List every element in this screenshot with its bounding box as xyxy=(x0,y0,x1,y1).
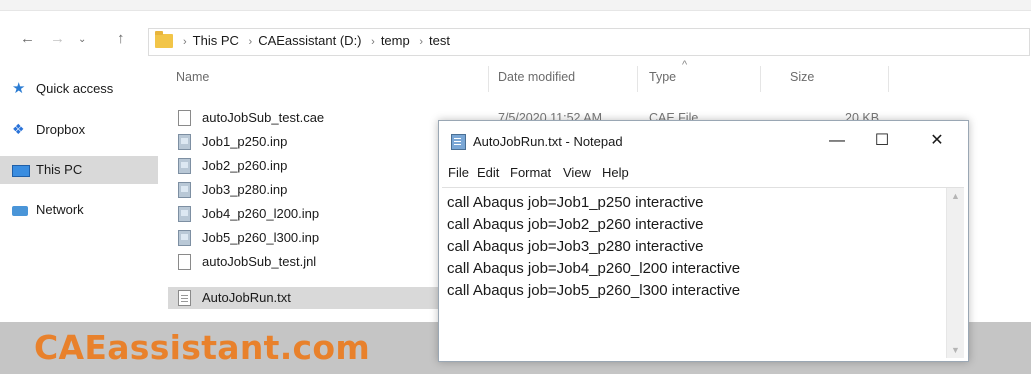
sidebar-item-label: Quick access xyxy=(36,81,114,96)
notepad-text-area[interactable]: call Abaqus job=Job1_p250 interactive ca… xyxy=(442,187,964,358)
sidebar-item-label: Network xyxy=(36,202,84,217)
file-name: AutoJobRun.txt xyxy=(202,290,291,305)
file-name: autoJobSub_test.jnl xyxy=(202,254,317,269)
text-line: call Abaqus job=Job4_p260_l200 interacti… xyxy=(447,260,741,277)
breadcrumb-item[interactable]: This PC xyxy=(193,33,239,48)
menu-format[interactable]: Format xyxy=(510,165,551,180)
sidebar-item-label: Dropbox xyxy=(36,122,86,137)
navigation-bar: ← → ⌄ ↑ › This PC › CAEassistant (D:) › tem… xyxy=(0,26,1031,56)
notepad-title-bar[interactable]: AutoJobRun.txt - Notepad — ☐ ✕ xyxy=(439,121,968,161)
blank-file-icon xyxy=(178,110,191,126)
text-line: call Abaqus job=Job3_p280 interactive xyxy=(447,238,704,255)
navigation-pane: ★ Quick access ❖ Dropbox This PC Network xyxy=(0,70,160,330)
text-line: call Abaqus job=Job1_p250 interactive xyxy=(447,194,704,211)
notepad-menu-bar: File Edit Format View Help xyxy=(439,163,968,185)
inp-file-icon xyxy=(178,158,191,174)
sort-chevron-up-icon: ^ xyxy=(682,59,688,71)
menu-edit[interactable]: Edit xyxy=(477,165,499,180)
sidebar-item-dropbox[interactable]: ❖ Dropbox xyxy=(0,116,158,144)
vertical-scrollbar[interactable]: ▲ ▼ xyxy=(946,188,964,358)
breadcrumb: › This PC › CAEassistant (D:) › temp › test xyxy=(183,33,450,48)
breadcrumb-item[interactable]: temp xyxy=(381,33,410,48)
inp-file-icon xyxy=(178,230,191,246)
notepad-title: AutoJobRun.txt - Notepad xyxy=(473,134,623,149)
inp-file-icon xyxy=(178,206,191,222)
notepad-window[interactable]: AutoJobRun.txt - Notepad — ☐ ✕ File Edit… xyxy=(438,120,969,362)
column-divider[interactable] xyxy=(488,66,489,92)
text-file-icon xyxy=(178,290,191,306)
close-button[interactable]: ✕ xyxy=(915,127,959,155)
minimize-button[interactable]: — xyxy=(815,127,859,155)
inp-file-icon xyxy=(178,134,191,150)
column-divider[interactable] xyxy=(637,66,638,92)
menu-help[interactable]: Help xyxy=(602,165,629,180)
text-line: call Abaqus job=Job5_p260_l300 interacti… xyxy=(447,282,741,299)
menu-view[interactable]: View xyxy=(563,165,591,180)
network-icon xyxy=(12,206,28,216)
column-header-name[interactable]: Name xyxy=(176,70,209,84)
file-name: autoJobSub_test.cae xyxy=(202,110,325,125)
file-name: Job3_p280.inp xyxy=(202,182,288,197)
notepad-icon xyxy=(451,134,466,150)
column-divider[interactable] xyxy=(888,66,889,92)
file-name: Job5_p260_l300.inp xyxy=(202,230,320,245)
sidebar-item-label: This PC xyxy=(36,162,83,177)
file-name: Job2_p260.inp xyxy=(202,158,288,173)
folder-icon xyxy=(155,31,173,48)
menu-file[interactable]: File xyxy=(448,165,469,180)
watermark-logo: CAEassistant.com xyxy=(34,328,371,367)
forward-arrow-icon[interactable]: → xyxy=(50,30,65,47)
text-line: call Abaqus job=Job2_p260 interactive xyxy=(447,216,704,233)
column-divider[interactable] xyxy=(760,66,761,92)
file-name: Job4_p260_l200.inp xyxy=(202,206,320,221)
breadcrumb-item[interactable]: test xyxy=(429,33,450,48)
dropbox-icon: ❖ xyxy=(12,121,25,137)
up-arrow-icon[interactable]: ↑ xyxy=(117,30,125,47)
back-arrow-icon[interactable]: ← xyxy=(20,30,35,47)
column-header-date-modified[interactable]: Date modified xyxy=(498,70,575,84)
column-header-type[interactable]: Type xyxy=(649,70,676,84)
blank-file-icon xyxy=(178,254,191,270)
scroll-down-arrow-icon[interactable]: ▼ xyxy=(951,345,960,355)
sidebar-item-this-pc[interactable]: This PC xyxy=(0,156,158,184)
maximize-button[interactable]: ☐ xyxy=(860,127,904,155)
breadcrumb-item[interactable]: CAEassistant (D:) xyxy=(258,33,361,48)
file-name: Job1_p250.inp xyxy=(202,134,288,149)
computer-icon xyxy=(12,165,30,177)
star-icon: ★ xyxy=(12,80,26,97)
address-bar[interactable]: › This PC › CAEassistant (D:) › temp › test xyxy=(148,28,1030,56)
window-top-strip xyxy=(0,0,1031,11)
column-header-size[interactable]: Size xyxy=(790,70,814,84)
recent-locations-chevron-icon[interactable]: ⌄ xyxy=(78,34,86,45)
sidebar-item-quick-access[interactable]: ★ Quick access xyxy=(0,75,158,103)
inp-file-icon xyxy=(178,182,191,198)
scroll-up-arrow-icon[interactable]: ▲ xyxy=(951,191,960,201)
file-row-selected[interactable]: AutoJobRun.txt xyxy=(168,287,440,309)
sidebar-item-network[interactable]: Network xyxy=(0,196,158,224)
